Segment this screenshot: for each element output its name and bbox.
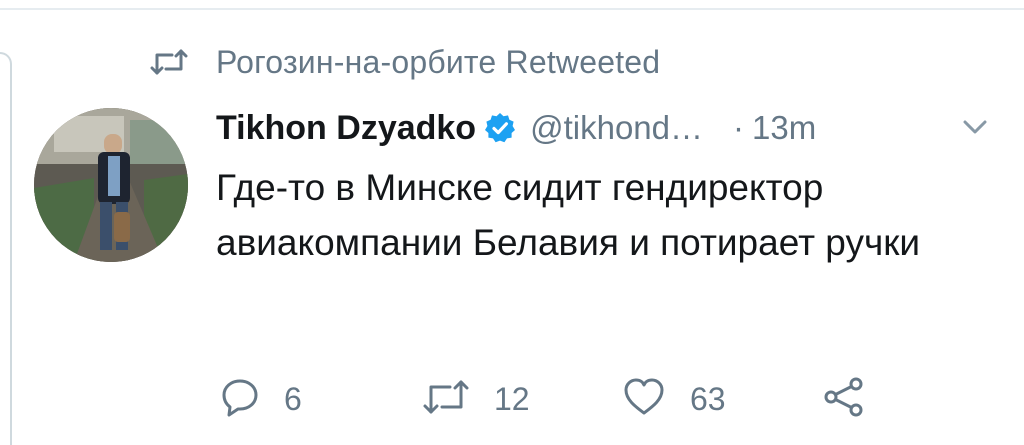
verified-badge-icon (484, 112, 516, 144)
tweet-timestamp[interactable]: 13m (752, 109, 816, 147)
tweet-text: Где-то в Минске сидит гендиректор авиако… (216, 167, 921, 263)
retweet-button[interactable]: 12 (422, 374, 530, 424)
retweet-icon (422, 378, 470, 421)
retweet-icon (150, 47, 190, 77)
retweet-context[interactable]: Рогозин-на-орбите Retweeted (150, 40, 660, 84)
share-icon (822, 375, 866, 424)
retweet-context-label: Рогозин-на-орбите Retweeted (216, 43, 661, 80)
like-button[interactable]: 63 (622, 374, 726, 424)
chevron-down-icon[interactable] (960, 112, 990, 142)
reply-icon (220, 377, 260, 422)
top-divider (0, 8, 1024, 10)
retweet-count: 12 (494, 380, 530, 417)
tweet-screen: Рогозин-на-орбите Retweeted Tikhon Dzyad… (0, 0, 1024, 445)
tweet-actions: 6 12 63 (220, 374, 920, 424)
share-button[interactable] (822, 374, 866, 424)
heart-icon (622, 377, 666, 422)
like-count: 63 (690, 380, 726, 417)
reply-count: 6 (284, 380, 302, 417)
left-edge-border (0, 52, 12, 445)
header-separator: · (733, 109, 745, 146)
reply-button[interactable]: 6 (220, 374, 302, 424)
avatar[interactable] (34, 108, 188, 262)
author-name[interactable]: Tikhon Dzyadko (216, 109, 476, 148)
tweet-header: Tikhon Dzyadko @tikhond… · 13m (216, 106, 1006, 150)
author-handle[interactable]: @tikhond… (530, 109, 703, 147)
